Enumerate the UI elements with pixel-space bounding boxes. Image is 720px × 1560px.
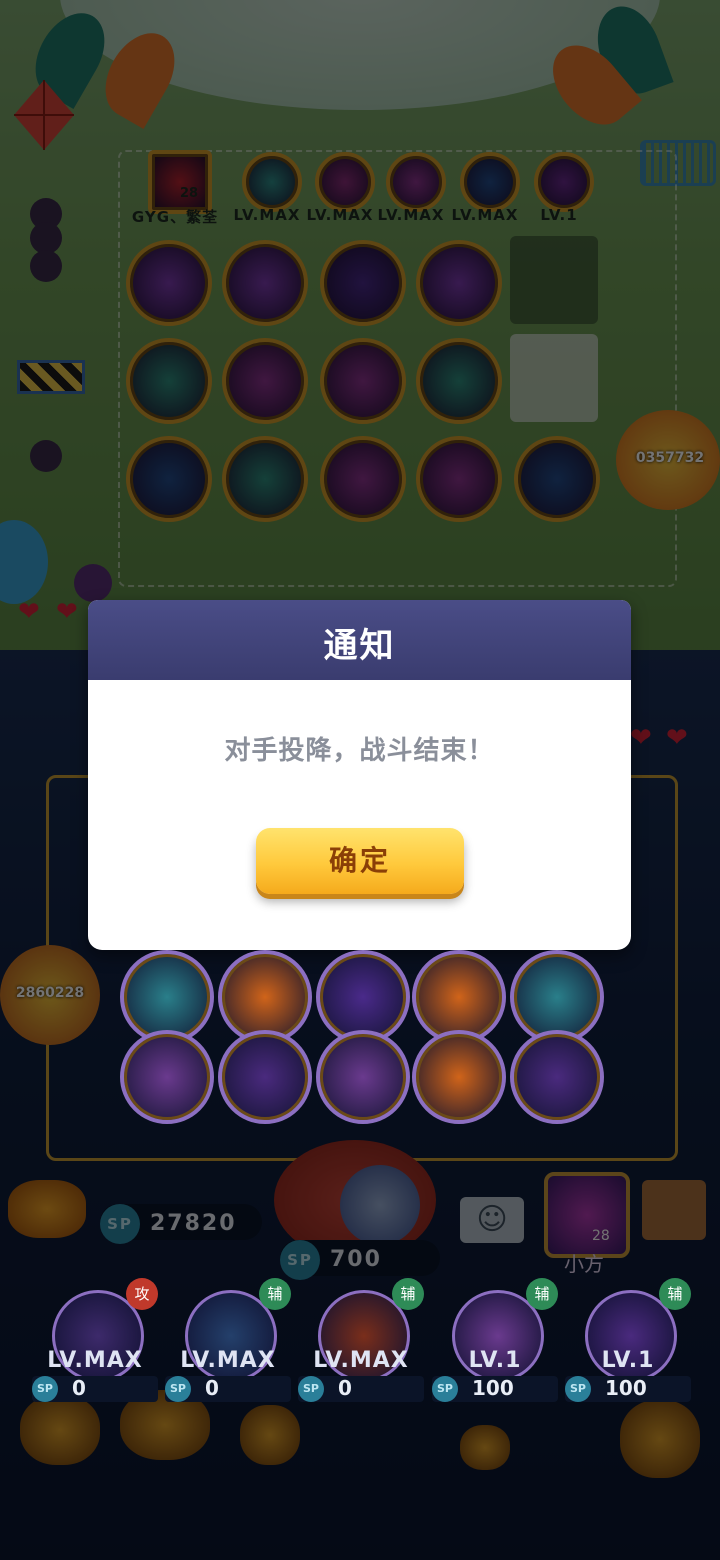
team-sp: SP 100 bbox=[432, 1376, 558, 1402]
team-sp: SP 0 bbox=[165, 1376, 291, 1402]
team-sp-value: 0 bbox=[72, 1376, 86, 1400]
player-board-orb[interactable] bbox=[316, 1030, 410, 1124]
team-sp: SP 0 bbox=[32, 1376, 158, 1402]
team-card[interactable]: 辅 LV.1 SP 100 bbox=[565, 1278, 691, 1402]
sp-badge-icon: SP bbox=[32, 1376, 58, 1402]
team-level: LV.MAX bbox=[180, 1348, 276, 1373]
team-sp-value: 0 bbox=[338, 1376, 352, 1400]
game-screen: ❤ ❤ 0357732 28GYG、繁荃LV.MAXLV.MAXLV.MAXLV… bbox=[0, 0, 720, 1560]
sp-badge-icon: SP bbox=[565, 1376, 591, 1402]
role-tag: 辅 bbox=[659, 1278, 691, 1310]
player-board-orb[interactable] bbox=[120, 1030, 214, 1124]
team-card[interactable]: 辅 LV.1 SP 100 bbox=[432, 1278, 558, 1402]
team-level: LV.1 bbox=[468, 1348, 522, 1373]
player-board-orb[interactable] bbox=[412, 1030, 506, 1124]
team-card[interactable]: 辅 LV.MAX SP 0 bbox=[298, 1278, 424, 1402]
player-board-orb[interactable] bbox=[218, 1030, 312, 1124]
team-level: LV.MAX bbox=[47, 1348, 143, 1373]
role-tag: 辅 bbox=[526, 1278, 558, 1310]
confirm-button[interactable]: 确定 bbox=[256, 828, 464, 894]
team-sp: SP 0 bbox=[298, 1376, 424, 1402]
team-level: LV.1 bbox=[601, 1348, 655, 1373]
sp-badge-icon: SP bbox=[165, 1376, 191, 1402]
team-card[interactable]: 攻 LV.MAX SP 0 bbox=[32, 1278, 158, 1402]
player-board-orb[interactable] bbox=[510, 1030, 604, 1124]
team-card[interactable]: 辅 LV.MAX SP 0 bbox=[165, 1278, 291, 1402]
dialog-title: 通知 bbox=[323, 626, 396, 666]
sp-badge-icon: SP bbox=[298, 1376, 324, 1402]
role-tag: 辅 bbox=[259, 1278, 291, 1310]
team-sp-value: 100 bbox=[605, 1376, 647, 1400]
team-sp: SP 100 bbox=[565, 1376, 691, 1402]
sp-badge-icon: SP bbox=[432, 1376, 458, 1402]
notice-dialog: 通知 对手投降，战斗结束！ 确定 bbox=[88, 600, 631, 950]
team-sp-value: 0 bbox=[205, 1376, 219, 1400]
dialog-message: 对手投降，战斗结束！ bbox=[224, 736, 495, 766]
team-sp-value: 100 bbox=[472, 1376, 514, 1400]
team-level: LV.MAX bbox=[313, 1348, 409, 1373]
role-tag: 攻 bbox=[126, 1278, 158, 1310]
role-tag: 辅 bbox=[392, 1278, 424, 1310]
